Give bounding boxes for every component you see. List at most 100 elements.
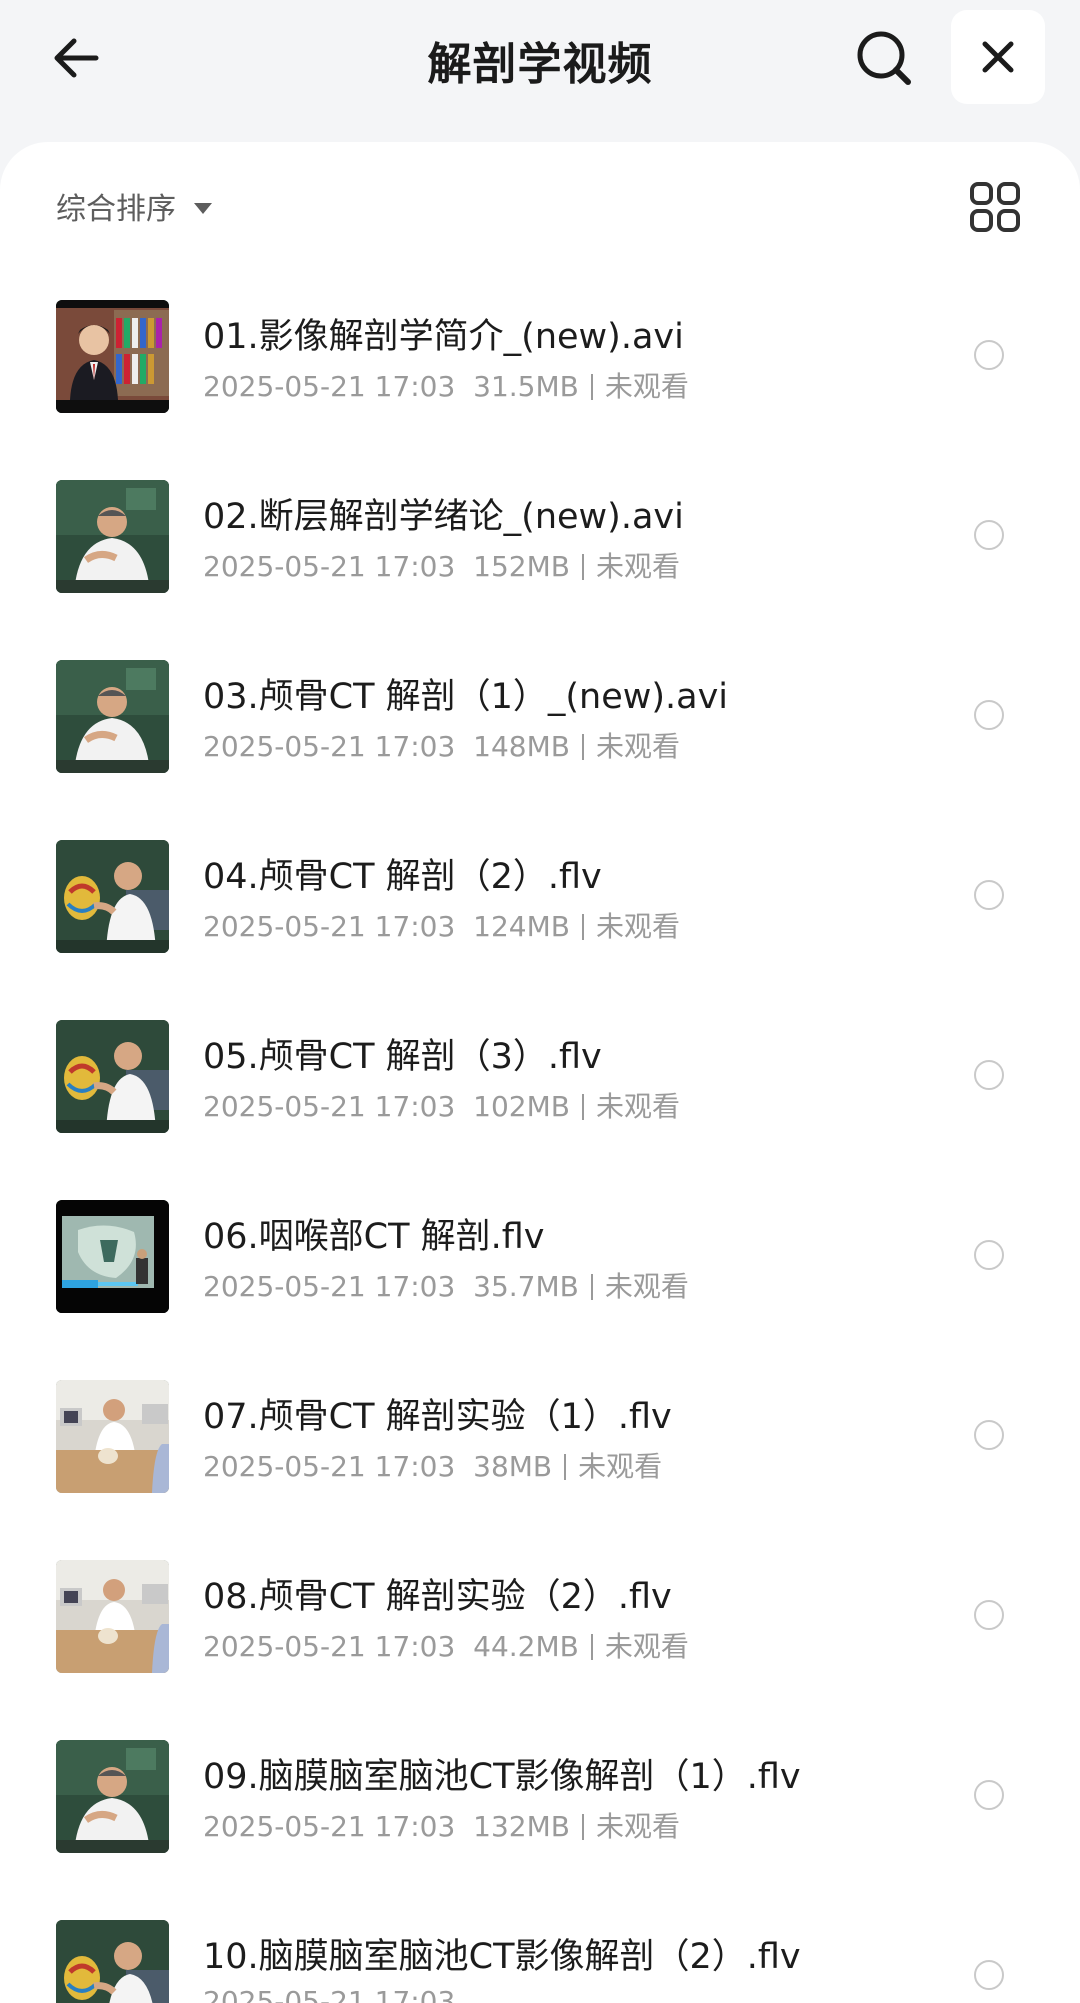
file-size: 44.2MB — [473, 1630, 579, 1663]
file-date: 2025-05-21 17:03 — [203, 1985, 456, 2003]
file-date: 2025-05-21 17:03 — [203, 370, 456, 403]
select-radio[interactable] — [974, 1060, 1004, 1090]
meta-divider — [564, 1454, 567, 1480]
watch-status: 未观看 — [595, 1090, 680, 1123]
video-thumbnail[interactable] — [56, 840, 169, 953]
video-thumbnail[interactable] — [56, 1920, 169, 2003]
file-name: 10.脑膜脑室脑池CT影像解剖（2）.flv — [203, 1937, 801, 1977]
file-name: 08.颅骨CT 解剖实验（2）.flv — [203, 1577, 672, 1617]
file-meta: 2025-05-21 17:03 132MB 未观看 — [203, 1805, 680, 1845]
file-size: 124MB — [473, 910, 570, 943]
file-list-item[interactable]: 08.颅骨CT 解剖实验（2）.flv 2025-05-21 17:03 44.2… — [0, 1530, 1080, 1710]
meta-divider — [581, 734, 584, 760]
file-list-item[interactable]: 01.影像解剖学简介_(new).avi 2025-05-21 17:03 31.… — [0, 270, 1080, 450]
file-name: 01.影像解剖学简介_(new).avi — [203, 317, 684, 357]
watch-status: 未观看 — [604, 1630, 689, 1663]
sort-label: 综合排序 — [56, 192, 176, 227]
meta-divider — [590, 1634, 593, 1660]
file-meta: 2025-05-21 17:03 44.2MB 未观看 — [203, 1625, 689, 1665]
file-date: 2025-05-21 17:03 — [203, 550, 456, 583]
meta-divider — [581, 1814, 584, 1840]
header: 解剖学视频 — [0, 0, 1080, 130]
sort-dropdown[interactable]: 综合排序 — [56, 182, 212, 230]
file-list-item[interactable]: 03.颅骨CT 解剖（1）_(new).avi 2025-05-21 17:03 … — [0, 630, 1080, 810]
watch-status: 未观看 — [578, 1450, 663, 1483]
meta-divider — [590, 1274, 593, 1300]
select-radio[interactable] — [974, 1240, 1004, 1270]
file-date: 2025-05-21 17:03 — [203, 730, 456, 763]
select-radio[interactable] — [974, 340, 1004, 370]
file-date: 2025-05-21 17:03 — [203, 1450, 456, 1483]
watch-status: 未观看 — [604, 370, 689, 403]
meta-divider — [581, 914, 584, 940]
file-name: 06.咽喉部CT 解剖.flv — [203, 1217, 545, 1257]
file-name: 03.颅骨CT 解剖（1）_(new).avi — [203, 677, 729, 717]
file-size: 38MB — [473, 1450, 553, 1483]
file-panel: 综合排序 01.影像解剖学简介_(new).avi 2025-05-21 17:0… — [0, 142, 1080, 2003]
close-icon — [982, 41, 1014, 73]
select-radio[interactable] — [974, 1780, 1004, 1810]
meta-divider — [590, 374, 593, 400]
file-meta: 2025-05-21 17:03 102MB 未观看 — [203, 1085, 680, 1125]
search-icon — [857, 31, 911, 85]
watch-status: 未观看 — [595, 730, 680, 763]
file-meta: 2025-05-21 17:03 — [203, 1985, 455, 2003]
file-meta: 2025-05-21 17:03 152MB 未观看 — [203, 545, 680, 585]
file-list-item[interactable]: 07.颅骨CT 解剖实验（1）.flv 2025-05-21 17:03 38MB… — [0, 1350, 1080, 1530]
file-date: 2025-05-21 17:03 — [203, 1810, 456, 1843]
file-name: 05.颅骨CT 解剖（3）.flv — [203, 1037, 602, 1077]
file-size: 31.5MB — [473, 370, 579, 403]
file-date: 2025-05-21 17:03 — [203, 1630, 456, 1663]
file-name: 09.脑膜脑室脑池CT影像解剖（1）.flv — [203, 1757, 801, 1797]
file-size: 35.7MB — [473, 1270, 579, 1303]
file-date: 2025-05-21 17:03 — [203, 1270, 456, 1303]
file-name: 02.断层解剖学绪论_(new).avi — [203, 497, 684, 537]
file-list-item[interactable]: 05.颅骨CT 解剖（3）.flv 2025-05-21 17:03 102MB 未… — [0, 990, 1080, 1170]
meta-divider — [581, 554, 584, 580]
caret-down-icon — [194, 202, 212, 214]
file-date: 2025-05-21 17:03 — [203, 910, 456, 943]
app-root: 解剖学视频 综合排序 01.影像解剖学简介_(new).avi 2025-05-… — [0, 0, 1080, 2003]
select-radio[interactable] — [974, 520, 1004, 550]
file-list-item[interactable]: 06.咽喉部CT 解剖.flv 2025-05-21 17:03 35.7MB 未观… — [0, 1170, 1080, 1350]
file-meta: 2025-05-21 17:03 35.7MB 未观看 — [203, 1265, 689, 1305]
video-thumbnail[interactable] — [56, 480, 169, 593]
video-thumbnail[interactable] — [56, 1740, 169, 1853]
select-radio[interactable] — [974, 1960, 1004, 1990]
file-meta: 2025-05-21 17:03 31.5MB 未观看 — [203, 365, 689, 405]
file-list-item[interactable]: 04.颅骨CT 解剖（2）.flv 2025-05-21 17:03 124MB 未… — [0, 810, 1080, 990]
video-thumbnail[interactable] — [56, 1380, 169, 1493]
watch-status: 未观看 — [595, 550, 680, 583]
meta-divider — [581, 1094, 584, 1120]
file-size: 132MB — [473, 1810, 570, 1843]
file-name: 04.颅骨CT 解剖（2）.flv — [203, 857, 602, 897]
file-size: 152MB — [473, 550, 570, 583]
select-radio[interactable] — [974, 1420, 1004, 1450]
video-thumbnail[interactable] — [56, 300, 169, 413]
grid-view-button[interactable] — [968, 180, 1022, 234]
watch-status: 未观看 — [595, 910, 680, 943]
video-thumbnail[interactable] — [56, 660, 169, 773]
search-button[interactable] — [848, 22, 920, 94]
file-list-item[interactable]: 02.断层解剖学绪论_(new).avi 2025-05-21 17:03 152… — [0, 450, 1080, 630]
watch-status: 未观看 — [604, 1270, 689, 1303]
video-thumbnail[interactable] — [56, 1560, 169, 1673]
watch-status: 未观看 — [595, 1810, 680, 1843]
select-radio[interactable] — [974, 700, 1004, 730]
file-meta: 2025-05-21 17:03 148MB 未观看 — [203, 725, 680, 765]
select-radio[interactable] — [974, 880, 1004, 910]
file-date: 2025-05-21 17:03 — [203, 1090, 456, 1123]
file-list-item[interactable]: 09.脑膜脑室脑池CT影像解剖（1）.flv 2025-05-21 17:03 1… — [0, 1710, 1080, 1890]
file-size: 102MB — [473, 1090, 570, 1123]
video-thumbnail[interactable] — [56, 1020, 169, 1133]
file-size: 148MB — [473, 730, 570, 763]
close-button[interactable] — [951, 10, 1045, 104]
video-thumbnail[interactable] — [56, 1200, 169, 1313]
file-meta: 2025-05-21 17:03 38MB 未观看 — [203, 1445, 662, 1485]
select-radio[interactable] — [974, 1600, 1004, 1630]
file-name: 07.颅骨CT 解剖实验（1）.flv — [203, 1397, 672, 1437]
grid-view-icon — [970, 182, 1020, 232]
toolbar: 综合排序 — [0, 142, 1080, 272]
file-list: 01.影像解剖学简介_(new).avi 2025-05-21 17:03 31.… — [0, 270, 1080, 2003]
file-list-item[interactable]: 10.脑膜脑室脑池CT影像解剖（2）.flv 2025-05-21 17:03 — [0, 1890, 1080, 2003]
